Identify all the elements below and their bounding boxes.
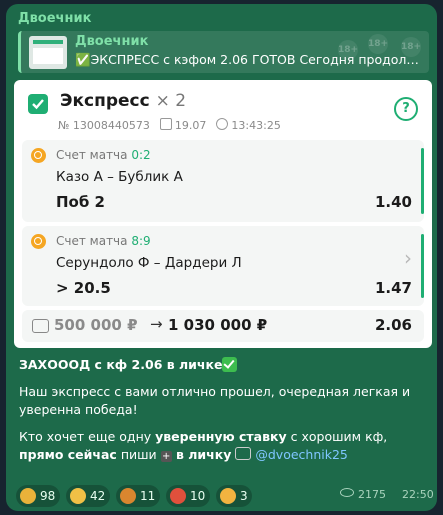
event-pick: > 20.5 <box>56 279 111 297</box>
caption-headline: ЗАХОООД с кф 2.06 в личке <box>19 356 429 374</box>
win-amount: 1 030 000 ₽ <box>168 316 268 334</box>
headline-text: ЗАХОООД с кф 2.06 в личке <box>19 357 223 372</box>
lol-face-icon <box>220 488 236 504</box>
score-label: Счет матча <box>56 148 128 162</box>
caption-bold: прямо сейчас <box>19 447 117 462</box>
message-caption: ЗАХОООД с кф 2.06 в личке Наш экспресс с… <box>19 356 429 473</box>
watermark-icon: 18+ <box>401 37 421 57</box>
caption-text: пиши <box>116 447 161 462</box>
score-value: 0:2 <box>131 148 151 162</box>
bet-coupon-image[interactable]: Экспресс × 2 ? № 13008440573 19.07 13:43:2… <box>14 80 432 348</box>
reaction-count: 11 <box>140 489 156 503</box>
username-link[interactable]: @dvoechnik25 <box>255 447 348 462</box>
reaction-count: 42 <box>90 489 106 503</box>
message-time: 22:50 <box>402 488 434 501</box>
view-count: 2175 <box>358 488 386 501</box>
caption-bold: в личку <box>171 447 232 462</box>
view-counter: 2175 <box>340 488 386 501</box>
caption-bold: уверенную ставку <box>155 429 287 444</box>
cool-face-icon <box>20 488 36 504</box>
help-icon: ? <box>394 97 418 121</box>
coupon-date: 19.07 <box>174 119 207 132</box>
wallet-icon <box>32 319 49 333</box>
coupon-type: Экспресс <box>60 91 150 111</box>
status-bar <box>421 148 424 214</box>
clock-icon <box>216 118 229 130</box>
score-value: 8:9 <box>131 234 151 248</box>
laugh-face-icon <box>70 488 86 504</box>
watermark-icon: 18+ <box>338 40 358 60</box>
match-score: Счет матча 0:2 <box>56 148 151 162</box>
event-pick: Поб 2 <box>56 193 105 211</box>
coupon-summary: 500 000 ₽ → 1 030 000 ₽ 2.06 <box>22 310 424 342</box>
reaction-chip[interactable]: 10 <box>166 485 210 507</box>
status-bar <box>421 234 424 298</box>
caption-text: Кто хочет еще одну <box>19 429 156 444</box>
watermark-icon: 18+ <box>368 34 388 54</box>
reply-sender: Двоечник <box>75 34 149 49</box>
arrow-right-icon: → <box>150 315 163 333</box>
tennis-ball-icon <box>31 234 46 249</box>
popcorn-icon <box>170 488 186 504</box>
checkbox-icon <box>28 94 48 114</box>
stake-amount: 500 000 ₽ <box>54 316 138 334</box>
event-odd: 1.47 <box>374 279 412 297</box>
plus-icon: + <box>160 451 172 462</box>
reply-preview[interactable]: Двоечник ✅ЭКСПРЕСС с кэфом 2.06 ГОТОВ Се… <box>18 31 429 73</box>
reaction-chip[interactable]: 11 <box>116 485 160 507</box>
cucumber-face-icon <box>120 488 136 504</box>
eye-icon <box>340 488 354 497</box>
caption-paragraph: Кто хочет еще одну уверенную ставку с хо… <box>19 428 429 464</box>
chevron-right-icon: › <box>404 246 412 270</box>
total-odd: 2.06 <box>374 316 412 334</box>
reaction-count: 3 <box>240 489 248 503</box>
reply-thumbnail <box>29 36 67 69</box>
event-teams: Казо А – Бублик А <box>56 169 183 185</box>
reaction-chip[interactable]: 3 <box>216 485 252 507</box>
calendar-icon <box>159 118 172 130</box>
reaction-count: 10 <box>190 489 206 503</box>
reaction-chip[interactable]: 98 <box>16 485 60 507</box>
tennis-ball-icon <box>31 148 46 163</box>
match-score: Счет матча 8:9 <box>56 234 151 248</box>
ticket-number: № 13008440573 <box>58 119 150 132</box>
event-row: Счет матча 0:2 Казо А – Бублик А Поб 2 1… <box>22 140 424 222</box>
event-teams: Серундоло Ф – Дардери Л <box>56 255 242 271</box>
pointing-hand-icon <box>235 447 252 460</box>
reaction-count: 98 <box>40 489 56 503</box>
coupon-multiplier: × 2 <box>155 91 187 111</box>
sender-name[interactable]: Двоечник <box>18 11 91 26</box>
caption-paragraph: Наш экспресс с вами отлично прошел, очер… <box>19 384 411 417</box>
event-odd: 1.40 <box>374 193 412 211</box>
caption-text: с хорошим кф, <box>286 429 388 444</box>
score-label: Счет матча <box>56 234 128 248</box>
reply-text: ✅ЭКСПРЕСС с кэфом 2.06 ГОТОВ Сегодня про… <box>75 52 425 67</box>
check-mark-icon <box>222 357 238 372</box>
coupon-meta: № 13008440573 19.07 13:43:25 <box>58 118 291 132</box>
coupon-time: 13:43:25 <box>231 119 281 132</box>
reaction-chip[interactable]: 42 <box>66 485 110 507</box>
message-bubble: Двоечник Двоечник ✅ЭКСПРЕСС с кэфом 2.06… <box>6 4 437 511</box>
event-row: Счет матча 8:9 Серундоло Ф – Дардери Л ›… <box>22 226 424 306</box>
coupon-title: Экспресс × 2 <box>60 91 186 111</box>
